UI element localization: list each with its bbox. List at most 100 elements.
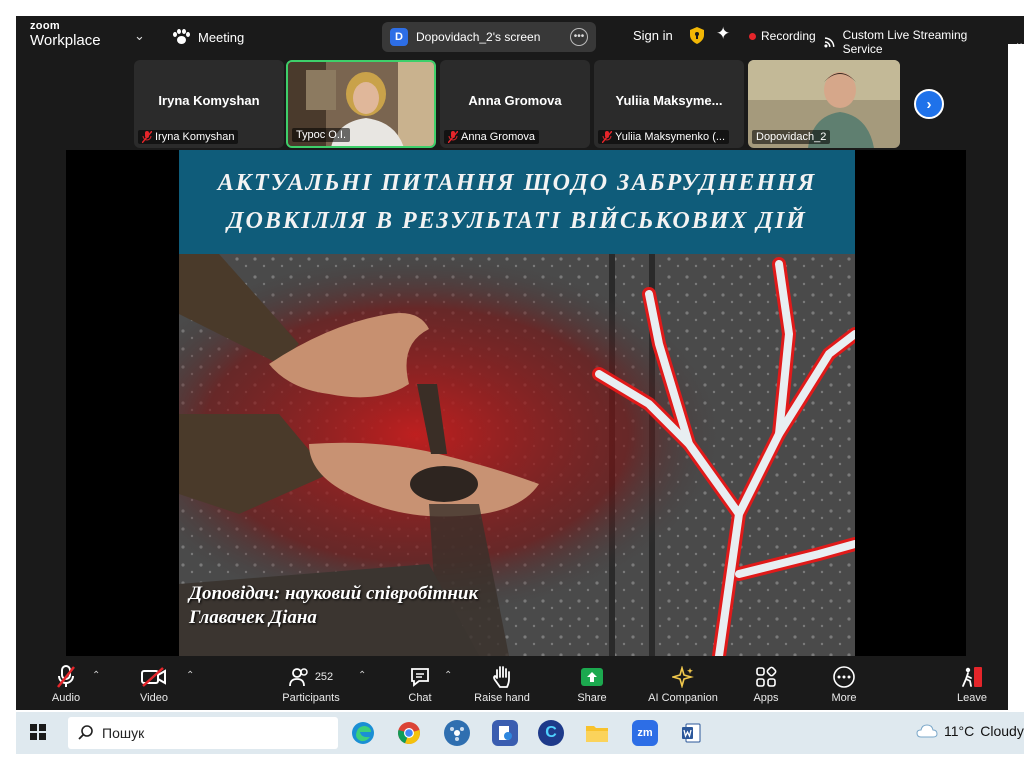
shield-icon[interactable] bbox=[690, 27, 704, 44]
participant-tile[interactable]: Турос О.І. bbox=[286, 60, 436, 148]
caret-up-icon[interactable]: ⌃ bbox=[186, 670, 194, 681]
participant-label-text: Anna Gromova bbox=[461, 131, 535, 143]
speaker-caption: Доповідач: науковий співробітник Главаче… bbox=[189, 582, 478, 630]
search-icon bbox=[78, 725, 93, 740]
participant-label: Anna Gromova bbox=[444, 130, 539, 144]
audio-button[interactable]: Audio bbox=[48, 656, 84, 710]
chat-button[interactable]: Chat bbox=[402, 656, 438, 710]
next-page-button[interactable]: › bbox=[914, 89, 944, 119]
participants-label: Participants bbox=[282, 692, 340, 704]
sparkle-icon[interactable]: ✦ bbox=[716, 24, 730, 44]
meeting-toolbar: Audio ⌃ Video ⌃ 252 Participants ⌃ Chat … bbox=[16, 656, 1024, 710]
participant-tile[interactable]: Dopovidach_2 bbox=[748, 60, 900, 148]
more-label: More bbox=[831, 692, 857, 704]
participant-tile[interactable]: Anna Gromova Anna Gromova bbox=[440, 60, 590, 148]
video-label: Video bbox=[140, 692, 168, 704]
temperature: 11°C bbox=[944, 723, 975, 739]
share-screen-icon bbox=[581, 668, 603, 686]
participant-tile[interactable]: Yuliia Maksyme... Yuliia Maksymenko (... bbox=[594, 60, 744, 148]
raise-hand-icon bbox=[493, 666, 510, 688]
recording-indicator[interactable]: Recording bbox=[749, 29, 816, 43]
recording-label: Recording bbox=[761, 29, 816, 43]
caret-up-icon[interactable]: ⌃ bbox=[358, 670, 366, 681]
participant-name: Yuliia Maksyme... bbox=[615, 93, 723, 108]
windows-taskbar: Пошук C zm 11°C Cloudy bbox=[16, 712, 1024, 754]
participant-label: Турос О.І. bbox=[292, 128, 350, 142]
meeting-menu[interactable]: Meeting bbox=[172, 29, 244, 45]
live-streaming-indicator[interactable]: Custom Live Streaming Service ⌄ bbox=[824, 28, 1024, 56]
participants-button[interactable]: 252 Participants bbox=[280, 656, 342, 710]
participant-label: Dopovidach_2 bbox=[752, 130, 831, 144]
shared-screen: АКТУАЛЬНІ ПИТАННЯ ЩОДО ЗАБРУДНЕННЯ ДОВКІ… bbox=[66, 150, 966, 656]
ai-sparkle-icon bbox=[672, 666, 694, 688]
raise-hand-label: Raise hand bbox=[474, 692, 530, 704]
taskbar-search[interactable]: Пошук bbox=[68, 717, 338, 749]
participant-label-text: Турос О.І. bbox=[296, 129, 346, 141]
slide-title: АКТУАЛЬНІ ПИТАННЯ ЩОДО ЗАБРУДНЕННЯ ДОВКІ… bbox=[179, 150, 855, 254]
video-button[interactable]: Video bbox=[136, 656, 172, 710]
chat-icon bbox=[411, 668, 429, 687]
muted-mic-icon bbox=[602, 131, 612, 143]
participant-name: Anna Gromova bbox=[468, 93, 562, 108]
word-icon[interactable] bbox=[678, 720, 704, 746]
screen-share-indicator[interactable]: D Dopovidach_2's screen ••• bbox=[382, 22, 596, 52]
logo-brand: zoom bbox=[30, 20, 60, 32]
leave-label: Leave bbox=[957, 692, 987, 704]
weather-widget[interactable]: 11°C Cloudy bbox=[916, 723, 1024, 739]
sharer-avatar: D bbox=[390, 28, 408, 46]
app-icon[interactable] bbox=[444, 720, 470, 746]
raise-hand-button[interactable]: Raise hand bbox=[472, 656, 532, 710]
video-off-icon bbox=[141, 667, 166, 687]
speaker-name: Главачек Діана bbox=[189, 607, 317, 628]
participant-strip: Iryna Komyshan Iryna Komyshan Турос О.І.… bbox=[134, 60, 1024, 148]
top-bar: zoom Workplace ⌄ Meeting D Dopovidach_2'… bbox=[16, 16, 1024, 60]
sign-in-link[interactable]: Sign in bbox=[633, 28, 673, 43]
presentation-slide: АКТУАЛЬНІ ПИТАННЯ ЩОДО ЗАБРУДНЕННЯ ДОВКІ… bbox=[179, 150, 855, 656]
participant-label-text: Yuliia Maksymenko (... bbox=[615, 131, 726, 143]
more-icon bbox=[833, 666, 855, 688]
apps-icon bbox=[756, 666, 777, 687]
search-placeholder: Пошук bbox=[102, 725, 145, 741]
weather-condition: Cloudy bbox=[980, 723, 1024, 739]
ai-companion-label: AI Companion bbox=[648, 692, 718, 704]
caret-up-icon[interactable]: ⌃ bbox=[92, 670, 100, 681]
participant-label-text: Iryna Komyshan bbox=[155, 131, 235, 143]
leave-button[interactable]: Leave bbox=[954, 656, 990, 710]
participant-label: Iryna Komyshan bbox=[138, 130, 239, 144]
chevron-down-icon[interactable]: ⌄ bbox=[134, 28, 145, 44]
meeting-label: Meeting bbox=[198, 29, 245, 45]
apps-button[interactable]: Apps bbox=[750, 656, 782, 710]
windows-start-icon[interactable] bbox=[30, 724, 47, 741]
ai-companion-button[interactable]: AI Companion bbox=[642, 656, 724, 710]
chat-label: Chat bbox=[408, 692, 432, 704]
muted-mic-icon bbox=[448, 131, 458, 143]
leave-icon bbox=[962, 667, 982, 687]
cloud-icon bbox=[916, 724, 938, 738]
zoom-window: zoom Workplace ⌄ Meeting D Dopovidach_2'… bbox=[16, 16, 1024, 710]
logo-product: Workplace bbox=[30, 32, 101, 49]
participants-icon bbox=[288, 668, 308, 687]
slide-title-line-1: АКТУАЛЬНІ ПИТАННЯ ЩОДО ЗАБРУДНЕННЯ bbox=[217, 170, 817, 196]
participant-label: Yuliia Maksymenko (... bbox=[598, 130, 730, 144]
file-explorer-icon[interactable] bbox=[584, 720, 610, 746]
chrome-icon[interactable] bbox=[396, 720, 422, 746]
document-app-icon[interactable] bbox=[492, 720, 518, 746]
record-dot-icon bbox=[749, 32, 756, 40]
edge-icon[interactable] bbox=[350, 720, 376, 746]
zoom-logo[interactable]: zoom Workplace bbox=[30, 20, 101, 49]
slide-title-line-2: ДОВКІЛЛЯ В РЕЗУЛЬТАТІ ВІЙСЬКОВИХ ДІЙ bbox=[227, 208, 807, 234]
zoom-app-icon[interactable]: zm bbox=[632, 720, 658, 746]
participant-label-text: Dopovidach_2 bbox=[756, 131, 827, 143]
c-app-icon[interactable]: C bbox=[538, 720, 564, 746]
caret-up-icon[interactable]: ⌃ bbox=[444, 670, 452, 681]
share-button[interactable]: Share bbox=[572, 656, 612, 710]
live-streaming-label: Custom Live Streaming Service bbox=[842, 28, 968, 56]
more-button[interactable]: More bbox=[826, 656, 862, 710]
audio-label: Audio bbox=[51, 692, 81, 704]
more-options-icon[interactable]: ••• bbox=[570, 28, 588, 46]
participant-tile[interactable]: Iryna Komyshan Iryna Komyshan bbox=[134, 60, 284, 148]
share-label: Share bbox=[577, 692, 607, 704]
speaker-role: Доповідач: науковий співробітник bbox=[189, 583, 479, 604]
muted-mic-icon bbox=[57, 665, 75, 688]
participants-count: 252 bbox=[314, 671, 334, 683]
